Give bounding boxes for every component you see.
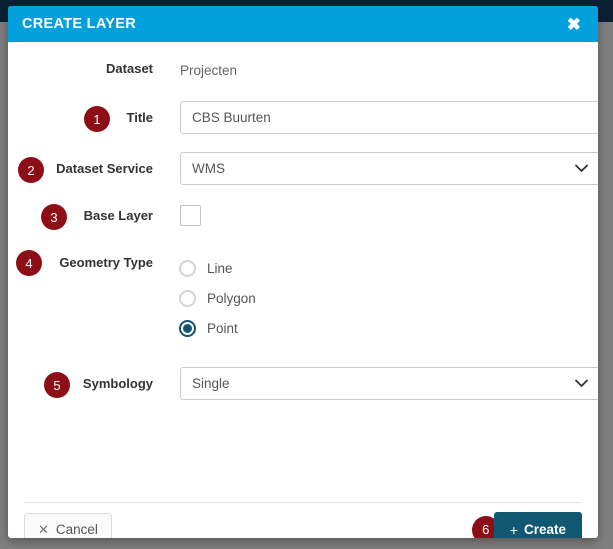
- radio-label-line: Line: [207, 260, 233, 276]
- row-title: 1 Title: [8, 101, 598, 134]
- dataset-value: Projecten: [180, 63, 238, 78]
- dataset-service-select-wrap: WMS: [180, 152, 598, 185]
- dialog-body: Dataset Projecten 1 Title 2 Dataset Serv…: [8, 60, 598, 502]
- geometry-type-label: Geometry Type: [59, 255, 153, 270]
- step-badge-3: 3: [41, 204, 67, 230]
- row-dataset-service: 2 Dataset Service WMS: [8, 152, 598, 185]
- create-layer-dialog: CREATE LAYER ✖ Dataset Projecten 1 Title: [8, 6, 598, 538]
- radio-option-point[interactable]: Point: [179, 313, 598, 343]
- title-label: Title: [126, 110, 154, 125]
- row-geometry-type: 4 Geometry Type Line Polygon Point: [8, 250, 598, 343]
- label-col-geometry-type: 4 Geometry Type: [8, 250, 153, 276]
- step-badge-1: 1: [84, 106, 110, 132]
- label-col-dataset-service: 2 Dataset Service: [8, 152, 153, 183]
- label-col-dataset: Dataset: [8, 60, 153, 78]
- dialog-header: CREATE LAYER ✖: [8, 6, 598, 42]
- footer-right-group: 6 + Create: [471, 512, 582, 538]
- dialog-footer: ✕ Cancel 6 + Create: [24, 502, 582, 538]
- radio-option-line[interactable]: Line: [179, 253, 598, 283]
- close-small-icon: ✕: [38, 521, 49, 537]
- field-col-base-layer: [153, 205, 598, 226]
- title-input[interactable]: [180, 101, 598, 134]
- plus-icon: +: [509, 521, 518, 538]
- dataset-service-select[interactable]: WMS: [180, 152, 598, 185]
- cancel-button-label: Cancel: [55, 522, 98, 537]
- row-symbology: 5 Symbology Single: [8, 367, 598, 400]
- symbology-select-wrap: Single: [180, 367, 598, 400]
- row-dataset: Dataset Projecten: [8, 60, 598, 81]
- dialog-title: CREATE LAYER: [22, 16, 136, 32]
- radio-option-polygon[interactable]: Polygon: [179, 283, 598, 313]
- base-layer-label: Base Layer: [83, 208, 153, 223]
- step-badge-4: 4: [16, 250, 42, 276]
- radio-label-point: Point: [207, 320, 238, 336]
- dataset-label: Dataset: [106, 61, 153, 76]
- radio-circle-polygon: [179, 289, 196, 307]
- symbology-select[interactable]: Single: [180, 367, 598, 400]
- row-base-layer: 3 Base Layer: [8, 204, 598, 230]
- field-col-symbology: Single: [153, 367, 598, 400]
- step-badge-5: 5: [44, 372, 70, 398]
- create-button-label: Create: [523, 522, 566, 537]
- field-col-dataset-service: WMS: [153, 152, 598, 185]
- field-col-title: [153, 101, 598, 134]
- geometry-type-radio-group: Line Polygon Point: [179, 252, 598, 343]
- close-icon[interactable]: ✖: [564, 14, 584, 35]
- dataset-service-label: Dataset Service: [56, 161, 153, 176]
- radio-circle-line: [179, 259, 196, 277]
- cancel-button[interactable]: ✕ Cancel: [24, 513, 112, 538]
- radio-circle-point: [179, 319, 196, 337]
- field-col-dataset: Projecten: [153, 60, 598, 81]
- base-layer-checkbox[interactable]: [180, 205, 201, 226]
- symbology-value: Single: [192, 376, 230, 391]
- radio-label-polygon: Polygon: [207, 290, 256, 306]
- dataset-service-value: WMS: [192, 161, 225, 176]
- field-col-geometry-type: Line Polygon Point: [153, 252, 598, 343]
- create-button[interactable]: + Create: [493, 512, 582, 538]
- label-col-title: 1 Title: [8, 101, 154, 132]
- label-col-symbology: 5 Symbology: [8, 367, 153, 398]
- symbology-label: Symbology: [82, 376, 153, 391]
- label-col-base-layer: 3 Base Layer: [8, 204, 153, 230]
- step-badge-2: 2: [18, 157, 44, 183]
